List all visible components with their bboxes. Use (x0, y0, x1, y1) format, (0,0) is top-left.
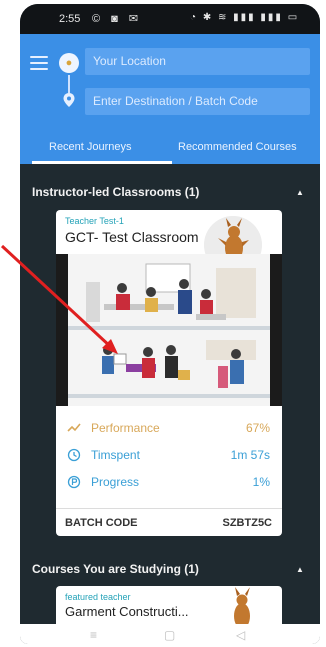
destination-input[interactable]: Enter Destination / Batch Code (85, 88, 310, 115)
section-title-studying: Courses You are Studying (1) (32, 562, 199, 576)
tab-bar: Recent Journeys Recommended Courses (20, 134, 320, 164)
app-header: ● Your Location Enter Destination / Batc… (20, 34, 320, 164)
stat-value: 1m 57s (230, 448, 270, 462)
section-title-instructor-led: Instructor-led Classrooms (1) (32, 185, 200, 199)
progress-icon (67, 475, 81, 489)
stat-performance: Performance 67% (56, 418, 282, 442)
stat-value: 67% (245, 421, 270, 435)
batch-code-label: BATCH CODE (65, 517, 138, 529)
status-bar: 2:55 © ◙ ✉ ◔ ✱ ≋ ▮▮▮ ▮▮▮ ▭ (20, 4, 320, 34)
current-location-icon: ● (59, 53, 79, 73)
batch-code-row: BATCH CODE SZBTZ5C (56, 508, 282, 536)
menu-icon[interactable] (30, 56, 48, 70)
annotation-arrow (0, 244, 118, 354)
signal-icons: ◔ ✱ ≋ ▮▮▮ ▮▮▮ ▭ (190, 12, 300, 23)
stat-label: Progress (91, 475, 140, 489)
status-time: 2:55 (59, 13, 81, 25)
tab-recommended-courses[interactable]: Recommended Courses (178, 141, 297, 153)
stat-label: Timspent (91, 448, 140, 462)
system-nav-bar: ≡ ▢ ◁ (20, 624, 320, 644)
home-icon[interactable]: ▢ (164, 628, 175, 642)
destination-pin-icon (60, 92, 78, 110)
active-tab-indicator (32, 161, 172, 164)
teacher-name: Teacher Test-1 (65, 216, 124, 226)
course-title: Garment Constructi... (65, 604, 189, 619)
tab-recent-journeys[interactable]: Recent Journeys (49, 141, 132, 153)
performance-icon (67, 421, 81, 435)
collapse-caret-icon[interactable]: ▲ (296, 565, 304, 574)
teacher-name: featured teacher (65, 592, 131, 602)
stat-time-spent: Timspent 1m 57s (56, 445, 282, 469)
back-icon[interactable]: ◁ (236, 628, 245, 642)
route-connector (68, 75, 70, 93)
recent-apps-icon[interactable]: ≡ (90, 628, 97, 642)
batch-code-value: SZBTZ5C (222, 517, 273, 529)
stat-value: 1% (252, 475, 270, 489)
stats-list: Performance 67% Timspent 1m 57s Progress… (56, 408, 282, 506)
location-input[interactable]: Your Location (85, 48, 310, 75)
notification-icons: © ◙ ✉ (92, 13, 143, 25)
clock-icon (67, 448, 81, 462)
collapse-caret-icon[interactable]: ▲ (296, 188, 304, 197)
stat-progress: Progress 1% (56, 472, 282, 496)
stat-label: Performance (91, 421, 160, 435)
